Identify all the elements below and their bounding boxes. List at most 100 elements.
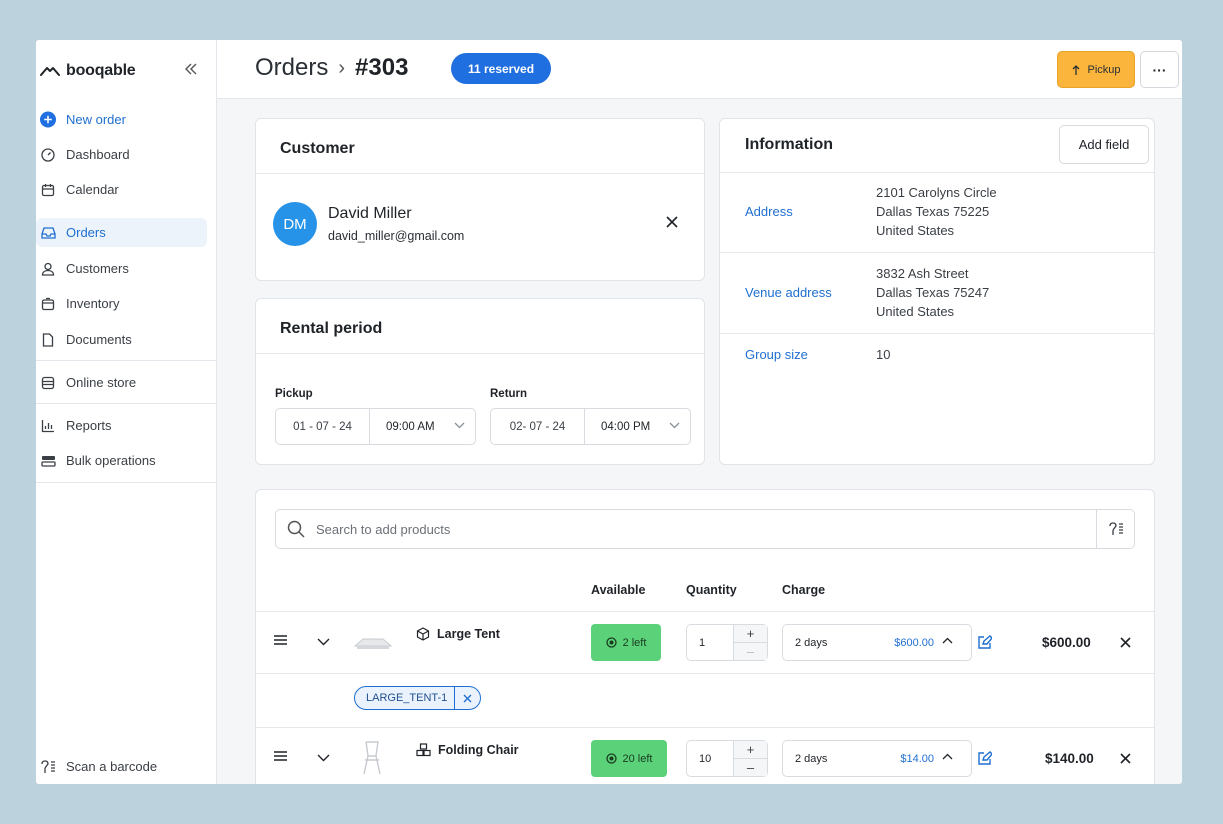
tent-product-thumbnail <box>353 638 393 649</box>
document-icon <box>40 332 56 348</box>
pickup-label: Pickup <box>1087 63 1121 76</box>
column-header-charge: Charge <box>782 583 826 597</box>
availability-dot-icon <box>605 637 617 648</box>
stock-item-label: LARGE_TENT-1 <box>366 692 448 704</box>
sidebar-item-reports[interactable]: Reports <box>36 411 207 440</box>
card-divider <box>720 172 1154 173</box>
more-options-button[interactable]: ··· <box>1140 51 1179 88</box>
drag-handle-icon[interactable] <box>274 751 287 761</box>
add-field-button[interactable]: Add field <box>1059 125 1149 164</box>
address-line: 3832 Ash Street <box>876 266 969 281</box>
breadcrumb-orders-link[interactable]: Orders <box>255 54 328 82</box>
remove-row-close-icon[interactable] <box>1120 753 1131 764</box>
customer-email: david_miller@gmail.com <box>328 229 465 243</box>
sidebar-item-online-store[interactable]: Online store <box>36 368 207 397</box>
return-time-value: 04:00 PM <box>601 420 651 433</box>
sidebar-item-inventory[interactable]: Inventory <box>36 289 207 318</box>
quantity-steps: + – <box>733 625 767 660</box>
sidebar-item-bulk-operations[interactable]: Bulk operations <box>36 446 207 475</box>
column-header-quantity: Quantity <box>686 583 737 597</box>
sidebar-item-customers[interactable]: Customers <box>36 254 207 283</box>
product-name-label: Folding Chair <box>438 743 519 757</box>
brand-name: booqable <box>66 62 136 79</box>
brand-logo[interactable]: booqable <box>40 62 136 80</box>
new-order-label: New order <box>66 112 126 127</box>
remove-tag-close-icon[interactable] <box>454 686 480 710</box>
customer-name[interactable]: David Miller <box>328 205 412 223</box>
booqable-logo-icon <box>40 67 60 76</box>
breadcrumb-separator: › <box>338 56 346 79</box>
table-divider <box>256 611 1154 612</box>
product-name-folding-chair[interactable]: Folding Chair <box>416 743 519 757</box>
quantity-value[interactable]: 10 <box>687 741 733 776</box>
scan-barcode-button[interactable]: Scan a barcode <box>36 752 207 781</box>
stack-icon <box>40 453 56 469</box>
barcode-scan-icon <box>1109 522 1123 535</box>
edit-pencil-icon[interactable] <box>977 751 992 766</box>
scan-barcode-label: Scan a barcode <box>66 759 158 774</box>
return-date-input[interactable]: 02- 07 - 24 <box>491 409 585 444</box>
increment-button[interactable]: + <box>734 741 767 758</box>
pickup-datetime-field: 01 - 07 - 24 09:00 AM <box>275 408 476 445</box>
sidebar-item-label: Customers <box>66 261 129 276</box>
pickup-date-input[interactable]: 01 - 07 - 24 <box>276 409 370 444</box>
sidebar-divider <box>36 360 217 361</box>
drag-handle-icon[interactable] <box>274 635 287 645</box>
pickup-time-select[interactable]: 09:00 AM <box>370 409 475 444</box>
decrement-button[interactable]: – <box>734 758 767 776</box>
info-label-venue-address[interactable]: Venue address <box>745 285 832 300</box>
stock-item-tag: LARGE_TENT-1 <box>354 686 482 710</box>
remove-customer-close-icon[interactable] <box>666 216 678 228</box>
pickup-button[interactable]: Pickup <box>1057 51 1135 88</box>
cube-icon <box>416 627 430 641</box>
inbox-tray-icon <box>40 225 56 241</box>
products-card: Search to add products Available Quantit… <box>255 489 1155 784</box>
product-name-large-tent[interactable]: Large Tent <box>416 627 500 641</box>
product-search-input[interactable]: Search to add products <box>275 509 1135 549</box>
info-label-group-size[interactable]: Group size <box>745 347 808 362</box>
collapse-sidebar-icon[interactable] <box>184 62 198 76</box>
availability-badge: 20 left <box>591 740 667 777</box>
decrement-button[interactable]: – <box>734 642 767 660</box>
quantity-stepper[interactable]: 1 + – <box>686 624 768 661</box>
sidebar-item-calendar[interactable]: Calendar <box>36 175 207 204</box>
info-label-address[interactable]: Address <box>745 204 793 219</box>
arrow-up-icon <box>1073 64 1080 75</box>
return-time-select[interactable]: 04:00 PM <box>585 409 690 444</box>
address-value: 2101 Carolyns Circle Dallas Texas 75225 … <box>876 183 997 240</box>
avatar: DM <box>273 202 317 246</box>
quantity-stepper[interactable]: 10 + – <box>686 740 768 777</box>
chevron-down-icon[interactable] <box>317 638 330 646</box>
pickup-label: Pickup <box>275 388 313 400</box>
card-divider <box>256 173 704 174</box>
sidebar-item-orders[interactable]: Orders <box>36 218 207 247</box>
availability-text: 2 left <box>622 636 647 649</box>
new-order-button[interactable]: New order <box>36 105 207 134</box>
sidebar-item-dashboard[interactable]: Dashboard <box>36 140 207 169</box>
sidebar-item-label: Dashboard <box>66 147 130 162</box>
chair-product-thumbnail <box>363 741 381 775</box>
increment-button[interactable]: + <box>734 625 767 642</box>
breadcrumb: Orders › #303 <box>255 54 408 82</box>
remove-row-close-icon[interactable] <box>1120 637 1131 648</box>
charge-select[interactable]: 2 days $14.00 <box>782 740 972 777</box>
row-total: $600.00 <box>1042 635 1091 650</box>
customer-card-title: Customer <box>280 140 355 157</box>
scan-barcode-button[interactable] <box>1096 509 1135 549</box>
charge-select[interactable]: 2 days $600.00 <box>782 624 972 661</box>
edit-pencil-icon[interactable] <box>977 635 992 650</box>
availability-badge: 2 left <box>591 624 661 661</box>
return-label: Return <box>490 388 528 400</box>
rental-period-card: Rental period Pickup 01 - 07 - 24 09:00 … <box>255 298 705 465</box>
availability-dot-icon <box>605 753 617 764</box>
group-size-value: 10 <box>876 347 891 362</box>
bundle-boxes-icon <box>416 743 431 757</box>
availability-text: 20 left <box>622 752 653 765</box>
table-divider <box>256 673 1154 674</box>
card-divider <box>720 333 1154 334</box>
sidebar-item-documents[interactable]: Documents <box>36 325 207 354</box>
quantity-value[interactable]: 1 <box>687 625 733 660</box>
chevron-down-icon[interactable] <box>317 754 330 762</box>
sidebar-divider <box>36 482 217 483</box>
sidebar-item-label: Bulk operations <box>66 453 156 468</box>
